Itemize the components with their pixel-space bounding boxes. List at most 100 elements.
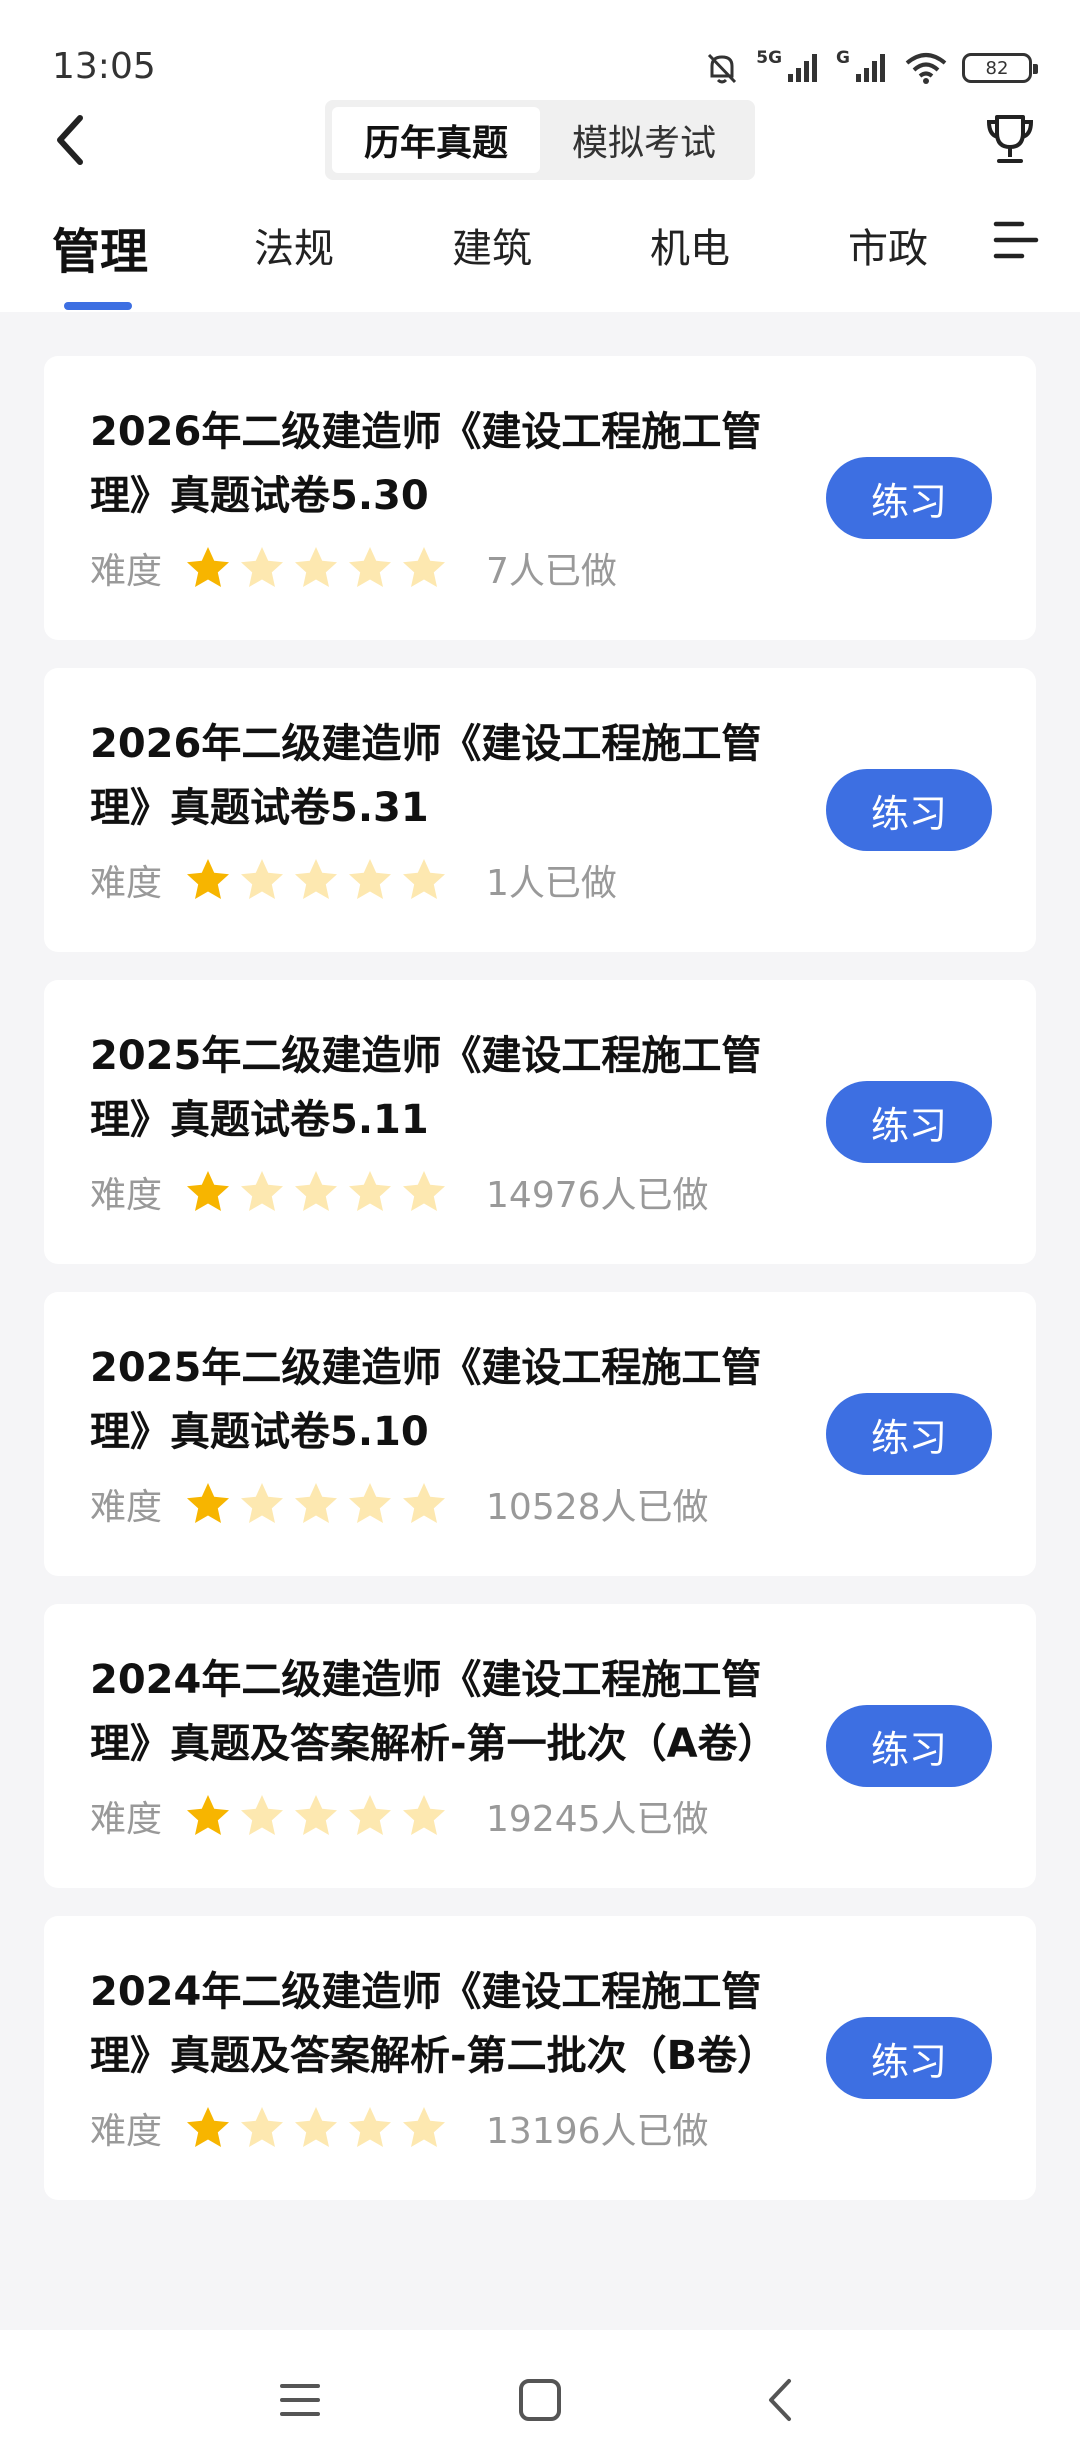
practice-button[interactable]: 练习 <box>826 457 992 539</box>
star-empty-icon <box>349 859 392 899</box>
star-empty-icon <box>295 547 338 587</box>
done-count: 14976人已做 <box>486 1175 709 1216</box>
star-empty-icon <box>403 547 446 587</box>
category-tab-management[interactable]: 管理 <box>52 212 148 282</box>
done-count: 19245人已做 <box>486 1799 709 1840</box>
star-filled-icon <box>187 547 230 587</box>
star-empty-icon <box>403 859 446 899</box>
paper-meta: 难度 14976人已做 <box>90 1164 990 1220</box>
paper-card[interactable]: 2024年二级建造师《建设工程施工管理》真题及答案解析-第二批次（B卷） 难度 … <box>44 1916 1036 2200</box>
star-empty-icon <box>241 1483 284 1523</box>
category-tab-regulations[interactable]: 法规 <box>254 216 334 274</box>
home-icon[interactable] <box>510 2370 570 2430</box>
star-empty-icon <box>349 1795 392 1835</box>
difficulty-stars <box>184 856 448 904</box>
difficulty-label: 难度 <box>90 551 163 592</box>
network-label-2: G <box>836 48 850 68</box>
difficulty-label: 难度 <box>90 863 163 904</box>
star-empty-icon <box>349 547 392 587</box>
category-menu-icon[interactable] <box>992 216 1040 264</box>
practice-button[interactable]: 练习 <box>826 1393 992 1475</box>
paper-card[interactable]: 2025年二级建造师《建设工程施工管理》真题试卷5.11 难度 14976人已做… <box>44 980 1036 1264</box>
system-navigation-bar <box>0 2330 1080 2460</box>
star-empty-icon <box>295 859 338 899</box>
paper-title: 2026年二级建造师《建设工程施工管理》真题试卷5.31 <box>90 721 762 831</box>
paper-title: 2025年二级建造师《建设工程施工管理》真题试卷5.11 <box>90 1033 762 1143</box>
paper-list: 2026年二级建造师《建设工程施工管理》真题试卷5.30 难度 7人已做 练习 … <box>44 356 1036 2228</box>
category-tab-municipal[interactable]: 市政 <box>848 216 928 274</box>
difficulty-stars <box>184 2104 448 2152</box>
back-icon[interactable] <box>750 2370 810 2430</box>
paper-meta: 难度 7人已做 <box>90 540 990 596</box>
back-arrow-icon[interactable] <box>46 110 94 170</box>
paper-card[interactable]: 2025年二级建造师《建设工程施工管理》真题试卷5.10 难度 10528人已做… <box>44 1292 1036 1576</box>
active-tab-indicator <box>64 302 132 310</box>
done-count: 7人已做 <box>486 551 617 592</box>
star-empty-icon <box>349 1483 392 1523</box>
difficulty-stars <box>184 544 448 592</box>
category-tab-mechanical-electrical[interactable]: 机电 <box>650 216 730 274</box>
category-tab-architecture[interactable]: 建筑 <box>452 216 532 274</box>
paper-title: 2024年二级建造师《建设工程施工管理》真题及答案解析-第二批次（B卷） <box>90 1969 778 2079</box>
signal-icon <box>788 54 818 82</box>
star-empty-icon <box>241 1795 284 1835</box>
paper-meta: 难度 13196人已做 <box>90 2100 990 2156</box>
paper-title: 2024年二级建造师《建设工程施工管理》真题及答案解析-第一批次（A卷） <box>90 1657 778 1767</box>
star-empty-icon <box>349 1171 392 1211</box>
paper-title: 2026年二级建造师《建设工程施工管理》真题试卷5.30 <box>90 409 762 519</box>
star-empty-icon <box>349 2107 392 2147</box>
difficulty-label: 难度 <box>90 2111 163 2152</box>
paper-card[interactable]: 2026年二级建造师《建设工程施工管理》真题试卷5.30 难度 7人已做 练习 <box>44 356 1036 640</box>
difficulty-stars <box>184 1480 448 1528</box>
difficulty-label: 难度 <box>90 1487 163 1528</box>
star-empty-icon <box>295 2107 338 2147</box>
star-empty-icon <box>241 2107 284 2147</box>
star-filled-icon <box>187 2107 230 2147</box>
paper-title: 2025年二级建造师《建设工程施工管理》真题试卷5.10 <box>90 1345 762 1455</box>
star-filled-icon <box>187 859 230 899</box>
category-tabs: 管理 法规 建筑 机电 市政 <box>0 200 1080 312</box>
battery-level: 82 <box>985 57 1009 79</box>
tab-mock-exams[interactable]: 模拟考试 <box>540 107 748 173</box>
practice-button[interactable]: 练习 <box>826 1705 992 1787</box>
difficulty-stars <box>184 1792 448 1840</box>
paper-meta: 难度 10528人已做 <box>90 1476 990 1532</box>
paper-card[interactable]: 2024年二级建造师《建设工程施工管理》真题及答案解析-第一批次（A卷） 难度 … <box>44 1604 1036 1888</box>
wifi-icon <box>905 53 947 84</box>
star-filled-icon <box>187 1795 230 1835</box>
star-empty-icon <box>241 859 284 899</box>
network-label-1: 5G <box>756 48 783 68</box>
paper-card[interactable]: 2026年二级建造师《建设工程施工管理》真题试卷5.31 难度 1人已做 练习 <box>44 668 1036 952</box>
practice-button[interactable]: 练习 <box>826 769 992 851</box>
practice-button[interactable]: 练习 <box>826 2017 992 2099</box>
star-empty-icon <box>403 1483 446 1523</box>
star-empty-icon <box>295 1483 338 1523</box>
star-empty-icon <box>403 1171 446 1211</box>
trophy-icon[interactable] <box>980 110 1040 170</box>
tab-past-exams[interactable]: 历年真题 <box>332 107 540 173</box>
star-empty-icon <box>241 1171 284 1211</box>
status-time: 13:05 <box>52 46 156 87</box>
done-count: 1人已做 <box>486 863 617 904</box>
difficulty-stars <box>184 1168 448 1216</box>
star-filled-icon <box>187 1483 230 1523</box>
menu-icon[interactable] <box>270 2370 330 2430</box>
paper-meta: 难度 19245人已做 <box>90 1788 990 1844</box>
star-empty-icon <box>241 547 284 587</box>
paper-meta: 难度 1人已做 <box>90 852 990 908</box>
star-empty-icon <box>403 1795 446 1835</box>
star-empty-icon <box>295 1171 338 1211</box>
header-area: 13:05 5G G 82 历年真题 模拟考试 管理 法规 建筑 机电 市政 <box>0 0 1080 312</box>
mute-bell-icon <box>708 53 737 84</box>
status-bar: 13:05 5G G 82 <box>0 0 1080 100</box>
status-icons: 5G G 82 <box>702 46 1038 90</box>
signal-icon <box>856 54 885 82</box>
battery-indicator: 82 <box>962 53 1038 83</box>
practice-button[interactable]: 练习 <box>826 1081 992 1163</box>
done-count: 10528人已做 <box>486 1487 709 1528</box>
difficulty-label: 难度 <box>90 1799 163 1840</box>
star-filled-icon <box>187 1171 230 1211</box>
star-empty-icon <box>403 2107 446 2147</box>
star-empty-icon <box>295 1795 338 1835</box>
done-count: 13196人已做 <box>486 2111 709 2152</box>
